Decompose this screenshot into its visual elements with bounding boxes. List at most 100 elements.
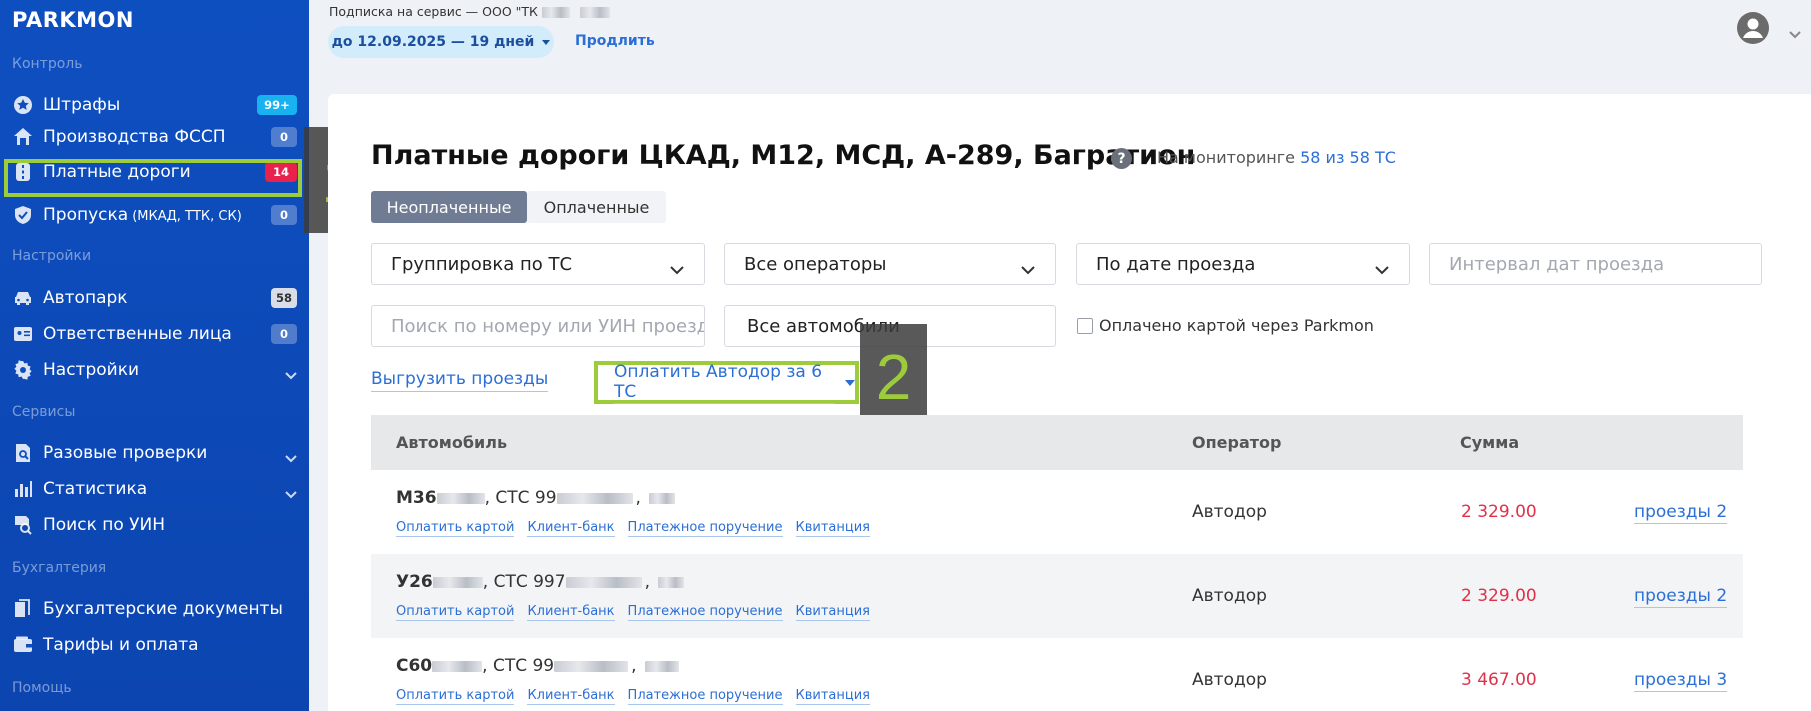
chevron-down-icon bbox=[285, 365, 297, 380]
tab-unpaid[interactable]: Неоплаченные bbox=[371, 191, 527, 223]
sidebar-item-statistics[interactable]: Статистика bbox=[0, 472, 309, 506]
pay-avtodor-dropdown[interactable]: Оплатить Автодор за 6 ТС bbox=[594, 361, 859, 404]
select-value: По дате проезда bbox=[1096, 253, 1256, 275]
redacted-text bbox=[432, 660, 483, 672]
select-value: Все операторы bbox=[744, 253, 887, 275]
sum-cell: 2 329.00 bbox=[1461, 586, 1537, 606]
sum-cell: 2 329.00 bbox=[1461, 502, 1537, 522]
plate-number: У26 bbox=[396, 572, 433, 592]
search-doc-icon bbox=[12, 514, 34, 536]
pay-card-link[interactable]: Оплатить картой bbox=[396, 688, 515, 705]
redacted-text bbox=[554, 660, 629, 672]
vehicle-info: С60, СТС 99, bbox=[396, 656, 679, 676]
sidebar-item-label: Поиск по УИН bbox=[43, 515, 166, 535]
user-icon bbox=[1737, 12, 1769, 44]
chevron-down-icon bbox=[285, 484, 297, 499]
payment-order-link[interactable]: Платежное поручение bbox=[627, 604, 783, 621]
section-title-control: Контроль bbox=[12, 56, 83, 72]
date-interval-input[interactable]: Интервал дат проезда bbox=[1429, 243, 1762, 285]
section-title-services: Сервисы bbox=[12, 404, 76, 420]
sidebar-item-label: Штрафы bbox=[43, 95, 121, 115]
caret-down-icon bbox=[542, 39, 551, 45]
sidebar-item-passes[interactable]: Пропуска (МКАД, ТТК, СК) 0 bbox=[0, 198, 309, 232]
sidebar: PARKMON Контроль Штрафы 99+ Производства… bbox=[0, 0, 309, 711]
table-row: М36, СТС 99, Оплатить картой Клиент-банк… bbox=[371, 470, 1743, 554]
gear-icon bbox=[12, 359, 34, 381]
pay-card-link[interactable]: Оплатить картой bbox=[396, 520, 515, 537]
export-trips-link[interactable]: Выгрузить проезды bbox=[371, 369, 549, 392]
checkbox-label: Оплачено картой через Parkmon bbox=[1099, 316, 1374, 335]
sidebar-item-label: Бухгалтерские документы bbox=[43, 599, 283, 619]
sidebar-item-tariffs[interactable]: Тарифы и оплата bbox=[0, 628, 309, 662]
id-card-icon bbox=[12, 323, 34, 345]
receipt-link[interactable]: Квитанция bbox=[795, 688, 870, 705]
chevron-down-icon bbox=[670, 259, 684, 280]
caret-down-icon bbox=[845, 379, 855, 386]
receipt-link[interactable]: Квитанция bbox=[795, 520, 870, 537]
sts-number: , СТС 99 bbox=[482, 656, 555, 676]
sort-select[interactable]: По дате проезда bbox=[1076, 243, 1410, 285]
payment-order-link[interactable]: Платежное поручение bbox=[627, 520, 783, 537]
trips-link[interactable]: проезды 2 bbox=[1634, 502, 1728, 524]
redacted-text bbox=[436, 492, 485, 504]
sidebar-item-settings[interactable]: Настройки bbox=[0, 353, 309, 387]
sidebar-item-uin-search[interactable]: Поиск по УИН bbox=[0, 508, 309, 542]
select-value: Группировка по ТС bbox=[391, 253, 573, 275]
pay-card-link[interactable]: Оплатить картой bbox=[396, 604, 515, 621]
building-icon bbox=[12, 126, 34, 148]
grouping-select[interactable]: Группировка по ТС bbox=[371, 243, 705, 285]
count-badge: 58 bbox=[270, 288, 297, 308]
bar-chart-icon bbox=[12, 478, 34, 500]
monitoring-link[interactable]: 58 из 58 ТС bbox=[1300, 148, 1396, 167]
sidebar-item-label: Настройки bbox=[43, 360, 140, 380]
checkbox[interactable] bbox=[1077, 317, 1093, 334]
plate-number: М36 bbox=[396, 488, 437, 508]
sidebar-item-fines[interactable]: Штрафы 99+ bbox=[0, 88, 309, 122]
operators-select[interactable]: Все операторы bbox=[724, 243, 1056, 285]
sum-cell: 3 467.00 bbox=[1461, 670, 1537, 690]
operator-cell: Автодор bbox=[1192, 586, 1267, 606]
highlight-toll-roads bbox=[4, 159, 302, 197]
paid-card-filter[interactable]: Оплачено картой через Parkmon bbox=[1077, 316, 1374, 335]
subscription-date-dropdown[interactable]: до 12.09.2025 — 19 дней bbox=[328, 26, 554, 58]
client-bank-link[interactable]: Клиент-банк bbox=[527, 604, 615, 621]
extend-link[interactable]: Продлить bbox=[575, 33, 655, 49]
sidebar-item-label: Производства ФССП bbox=[43, 127, 226, 147]
tab-paid[interactable]: Оплаченные bbox=[527, 191, 666, 223]
operator-cell: Автодор bbox=[1192, 670, 1267, 690]
redacted-text bbox=[541, 7, 570, 18]
documents-icon bbox=[12, 598, 34, 620]
chevron-down-icon bbox=[285, 448, 297, 463]
sidebar-item-responsible[interactable]: Ответственные лица 0 bbox=[0, 317, 309, 351]
client-bank-link[interactable]: Клиент-банк bbox=[527, 688, 615, 705]
avatar[interactable] bbox=[1737, 12, 1769, 44]
table-row: У26, СТС 997, Оплатить картой Клиент-бан… bbox=[371, 554, 1743, 638]
sts-number: , СТС 99 bbox=[484, 488, 557, 508]
logo[interactable]: PARKMON bbox=[12, 8, 134, 32]
client-bank-link[interactable]: Клиент-банк bbox=[527, 520, 615, 537]
help-icon[interactable]: ? bbox=[1111, 148, 1132, 169]
receipt-link[interactable]: Квитанция bbox=[795, 604, 870, 621]
payment-order-link[interactable]: Платежное поручение bbox=[627, 688, 783, 705]
search-input[interactable]: Поиск по номеру или УИН проезда bbox=[371, 305, 705, 347]
column-header-operator: Оператор bbox=[1192, 433, 1282, 452]
redacted-text bbox=[565, 576, 642, 588]
count-badge: 0 bbox=[271, 205, 297, 225]
chevron-down-icon bbox=[1021, 259, 1035, 280]
sidebar-item-fleet[interactable]: Автопарк 58 bbox=[0, 281, 309, 315]
sidebar-item-one-time-checks[interactable]: Разовые проверки bbox=[0, 436, 309, 470]
column-header-car: Автомобиль bbox=[396, 433, 508, 452]
subscription-text: Подписка на сервис — ООО "ТК bbox=[329, 4, 538, 19]
chevron-down-icon[interactable] bbox=[1789, 24, 1801, 43]
trips-link[interactable]: проезды 3 bbox=[1634, 670, 1728, 692]
trips-link[interactable]: проезды 2 bbox=[1634, 586, 1728, 608]
sts-number: , СТС 997 bbox=[482, 572, 566, 592]
sidebar-item-label: Тарифы и оплата bbox=[43, 635, 199, 655]
section-title-accounting: Бухгалтерия bbox=[12, 560, 107, 576]
vehicle-info: У26, СТС 997, bbox=[396, 572, 684, 592]
table-row: С60, СТС 99, Оплатить картой Клиент-банк… bbox=[371, 638, 1743, 711]
redacted-text bbox=[579, 7, 610, 18]
sidebar-item-accounting-docs[interactable]: Бухгалтерские документы bbox=[0, 592, 309, 626]
sidebar-item-fssp[interactable]: Производства ФССП 0 bbox=[0, 120, 309, 154]
sidebar-item-label: Разовые проверки bbox=[43, 443, 208, 463]
